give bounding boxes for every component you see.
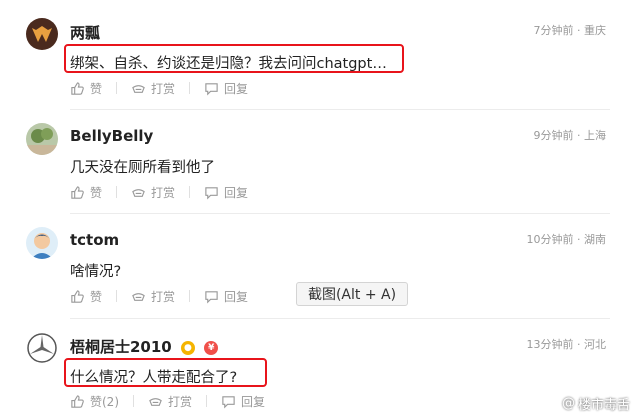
comment-location: 重庆 xyxy=(584,24,606,37)
comment-location: 河北 xyxy=(584,338,606,351)
username[interactable]: 梧桐居士2010 ● ¥ xyxy=(70,336,219,357)
username[interactable]: tctom xyxy=(70,231,119,249)
reply-label: 回复 xyxy=(224,289,249,304)
like-label: 赞 xyxy=(90,81,103,96)
reward-icon xyxy=(132,84,145,93)
reply-button[interactable]: 回复 xyxy=(204,80,248,97)
action-divider xyxy=(189,290,191,302)
like-button[interactable]: 赞 xyxy=(70,184,102,201)
username[interactable]: BellyBelly xyxy=(70,127,153,145)
reply-button[interactable]: 回复 xyxy=(221,393,265,410)
watermark: @ 楼市毒舌 xyxy=(562,394,630,413)
meta-dot: · xyxy=(577,338,581,351)
reward-label: 打赏 xyxy=(151,289,176,304)
username-text: 梧桐居士2010 xyxy=(70,338,172,356)
like-label: 赞 xyxy=(90,289,103,304)
comment-actions: 赞 打赏 回复 xyxy=(70,286,248,306)
action-divider xyxy=(116,290,118,302)
reply-label: 回复 xyxy=(224,185,249,200)
thumbs-up-icon xyxy=(71,185,84,199)
avatar[interactable] xyxy=(26,227,58,259)
highlight-box xyxy=(64,44,404,73)
meta-dot: · xyxy=(577,129,581,142)
reply-icon xyxy=(205,82,218,95)
comment-meta: 9分钟前 · 上海 xyxy=(534,127,607,143)
comment-actions: 赞 打赏 回复 xyxy=(70,78,248,98)
reward-label: 打赏 xyxy=(151,185,176,200)
reply-icon xyxy=(222,395,235,408)
comment-text: 几天没在厕所看到他了 xyxy=(70,160,215,176)
comment-text: 啥情况? xyxy=(70,264,122,280)
divider xyxy=(70,318,610,319)
watermark-at: @ xyxy=(561,396,575,411)
action-divider xyxy=(116,186,118,198)
like-button[interactable]: 赞 xyxy=(70,288,102,305)
comment-location: 湖南 xyxy=(584,233,606,246)
comment-location: 上海 xyxy=(584,129,606,142)
screenshot-tooltip: 截图(Alt + A) xyxy=(296,282,408,306)
action-divider xyxy=(189,82,191,94)
reply-button[interactable]: 回复 xyxy=(204,288,248,305)
reward-label: 打赏 xyxy=(151,81,176,96)
action-divider xyxy=(189,186,191,198)
reward-badge-icon: ¥ xyxy=(204,340,219,355)
like-button[interactable]: 赞(2) xyxy=(70,393,119,410)
reward-button[interactable]: 打赏 xyxy=(131,184,175,201)
comment-meta: 10分钟前 · 湖南 xyxy=(527,231,607,247)
like-button[interactable]: 赞 xyxy=(70,80,102,97)
comment-time: 7分钟前 xyxy=(533,24,574,37)
comment-meta: 13分钟前 · 河北 xyxy=(527,336,607,352)
reply-button[interactable]: 回复 xyxy=(204,184,248,201)
avatar-image xyxy=(26,123,58,155)
action-divider xyxy=(116,82,118,94)
reward-icon xyxy=(149,397,162,406)
meta-dot: · xyxy=(577,24,581,37)
reply-icon xyxy=(205,290,218,303)
comment-actions: 赞 打赏 回复 xyxy=(70,182,248,202)
reward-label: 打赏 xyxy=(168,394,193,409)
like-label: 赞(2) xyxy=(90,394,119,409)
avatar-image xyxy=(26,18,58,50)
reward-icon xyxy=(132,292,145,301)
reward-button[interactable]: 打赏 xyxy=(148,393,192,410)
comment-actions: 赞(2) 打赏 回复 xyxy=(70,391,265,411)
comment-time: 10分钟前 xyxy=(526,233,574,246)
reply-label: 回复 xyxy=(224,81,249,96)
like-label: 赞 xyxy=(90,185,103,200)
highlight-box xyxy=(64,358,267,387)
username[interactable]: 两瓢 xyxy=(70,22,100,43)
reward-button[interactable]: 打赏 xyxy=(131,80,175,97)
divider xyxy=(70,213,610,214)
comment-meta: 7分钟前 · 重庆 xyxy=(534,22,607,38)
level-badge-icon: ● xyxy=(180,340,195,355)
avatar-image xyxy=(26,227,58,259)
action-divider xyxy=(133,395,134,407)
avatar[interactable] xyxy=(26,332,58,364)
reward-icon xyxy=(132,188,145,197)
reward-button[interactable]: 打赏 xyxy=(131,288,175,305)
meta-dot: · xyxy=(577,233,581,246)
reply-label: 回复 xyxy=(241,394,266,409)
action-divider xyxy=(206,395,208,407)
watermark-text: 楼市毒舌 xyxy=(577,398,630,413)
comment-time: 13分钟前 xyxy=(526,338,574,351)
reply-icon xyxy=(205,186,218,199)
thumbs-up-icon xyxy=(71,394,84,408)
thumbs-up-icon xyxy=(71,289,84,303)
mercedes-logo-icon xyxy=(26,332,58,364)
avatar[interactable] xyxy=(26,18,58,50)
divider xyxy=(70,109,610,110)
comment-time: 9分钟前 xyxy=(533,129,574,142)
avatar[interactable] xyxy=(26,123,58,155)
thumbs-up-icon xyxy=(71,81,84,95)
